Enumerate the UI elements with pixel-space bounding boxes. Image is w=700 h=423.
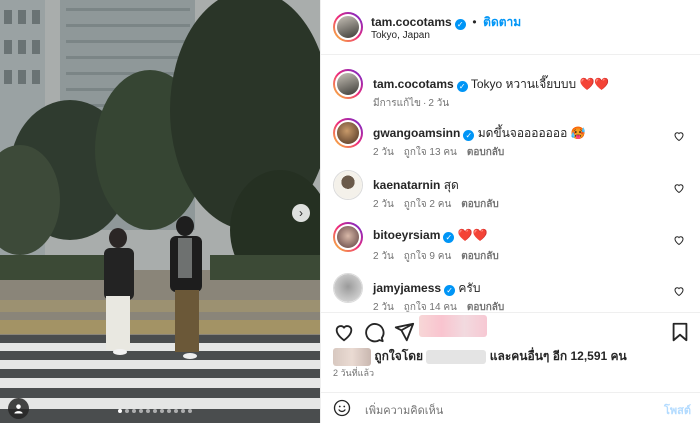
user-tag-icon [14,404,23,414]
comment-time: 2 วัน [373,251,394,262]
author-username[interactable]: tam.cocotams [371,15,452,29]
comment-username[interactable]: gwangoamsinn [373,126,460,140]
carousel-dot [132,409,136,413]
likes-summary[interactable]: ถูกใจโดย และคนอื่นๆ อีก 12,591 คน [333,347,627,366]
comment-avatar[interactable] [333,170,363,200]
heart-outline-icon[interactable] [673,285,685,297]
smiley-icon[interactable] [333,399,351,417]
heart-outline-icon[interactable] [673,234,685,246]
comment-avatar[interactable] [333,273,363,303]
comment-avatar[interactable] [333,118,363,148]
comment-text: ❤️❤️ [457,228,488,242]
comment-likes[interactable]: ถูกใจ 2 คน [404,199,452,210]
reply-button[interactable]: ตอบกลับ [461,251,498,262]
carousel-dots [118,409,192,413]
comment-icon[interactable] [363,321,385,343]
blurred-liker-avatar [333,347,371,366]
verified-badge-icon: ✓ [443,232,455,243]
comment-meta: 2 วัน ถูกใจ 9 คน ตอบกลับ [373,249,509,264]
caption-time: 2 วัน [428,98,450,109]
caption-text: Tokyo หวานเจี๊ยบบบ [470,77,577,91]
next-photo-button[interactable]: › [292,204,310,222]
comment-meta: 2 วัน ถูกใจ 13 คน ตอบกลับ [373,145,514,160]
carousel-dot [181,409,185,413]
comment-meta: 2 วัน ถูกใจ 2 คน ตอบกลับ [373,197,509,212]
verified-badge-icon: ✓ [454,19,466,30]
comment-time: 2 วัน [373,302,394,312]
comment-username[interactable]: kaenatarnin [373,178,440,192]
caption-body: tam.cocotams ✓ Tokyo หวานเจี๊ยบบบ ❤️❤️ [373,75,673,94]
posted-time[interactable]: 2 วันที่แล้ว [333,366,374,380]
comment-text: ครับ [458,281,481,295]
post-location[interactable]: Tokyo, Japan [371,30,430,41]
carousel-dot [160,409,164,413]
post-details-panel: tam.cocotams ✓ • ติดตาม Tokyo, Japan tam.… [320,0,700,423]
chevron-right-icon: › [299,206,303,220]
carousel-dot [153,409,157,413]
comment-text: มดขึ้นจอออออออ 🥵 [477,126,586,140]
comment-username[interactable]: bitoeyrsiam [373,228,440,242]
comment-avatar[interactable] [333,222,363,252]
comment-body: kaenatarnin สุด [373,176,673,195]
comment-likes[interactable]: ถูกใจ 14 คน [404,302,457,312]
comments-list[interactable]: tam.cocotams ✓ Tokyo หวานเจี๊ยบบบ ❤️❤️ มี… [321,55,700,312]
carousel-dot [188,409,192,413]
edited-label: มีการแก้ไข [373,98,421,109]
comment-likes[interactable]: ถูกใจ 9 คน [404,251,452,262]
liked-by-prefix: ถูกใจโดย [374,349,424,363]
comment-body: gwangoamsinn ✓ มดขึ้นจอออออออ 🥵 [373,124,673,143]
reply-button[interactable]: ตอบกลับ [467,302,504,312]
heart-outline-icon[interactable] [673,130,685,142]
tagged-users-button[interactable] [8,398,29,419]
bookmark-icon[interactable] [669,321,691,343]
comment-time: 2 วัน [373,147,394,158]
street-photo-image [0,0,320,423]
carousel-dot [167,409,171,413]
header-separator: • [472,15,477,29]
reply-button[interactable]: ตอบกลับ [467,147,504,158]
comment-text: สุด [443,178,459,192]
blurred-liker-name [426,349,487,364]
verified-badge-icon: ✓ [444,285,456,296]
post-comment-button[interactable]: โพสต์ [664,401,691,419]
carousel-dot [118,409,122,413]
post-photo[interactable]: › [0,0,320,423]
caption-meta: มีการแก้ไข · 2 วัน [373,96,459,111]
caption-avatar[interactable] [333,69,363,99]
verified-badge-icon: ✓ [463,130,475,141]
verified-badge-icon: ✓ [456,81,468,92]
follow-button[interactable]: ติดตาม [483,15,521,29]
heart-outline-icon[interactable] [333,321,355,343]
caption-username[interactable]: tam.cocotams [373,77,454,91]
comment-username[interactable]: jamyjamess [373,281,441,295]
comment-body: bitoeyrsiam ✓ ❤️❤️ [373,228,673,243]
comment-time: 2 วัน [373,199,394,210]
add-comment-bar: เพิ่มความคิดเห็น โพสต์ [321,392,700,423]
reply-button[interactable]: ตอบกลับ [461,199,498,210]
caption-emoji: ❤️❤️ [579,77,610,91]
carousel-dot [174,409,178,413]
send-icon[interactable] [393,321,415,343]
comment-meta: 2 วัน ถูกใจ 14 คน ตอบกลับ [373,300,514,312]
post-header: tam.cocotams ✓ • ติดตาม Tokyo, Japan [321,0,700,55]
carousel-dot [146,409,150,413]
comment-likes[interactable]: ถูกใจ 13 คน [404,147,457,158]
comment-input[interactable]: เพิ่มความคิดเห็น [365,401,443,419]
meta-dot: · [423,98,427,109]
comment-body: jamyjamess ✓ ครับ [373,279,673,298]
author-avatar[interactable] [333,12,363,42]
carousel-dot [125,409,129,413]
post-actions: ถูกใจโดย และคนอื่นๆ อีก 12,591 คน 2 วันท… [321,312,700,392]
liked-by-suffix: และคนอื่นๆ อีก 12,591 คน [489,349,627,363]
blurred-likers-avatars [419,315,487,337]
carousel-dot [139,409,143,413]
heart-outline-icon[interactable] [673,182,685,194]
